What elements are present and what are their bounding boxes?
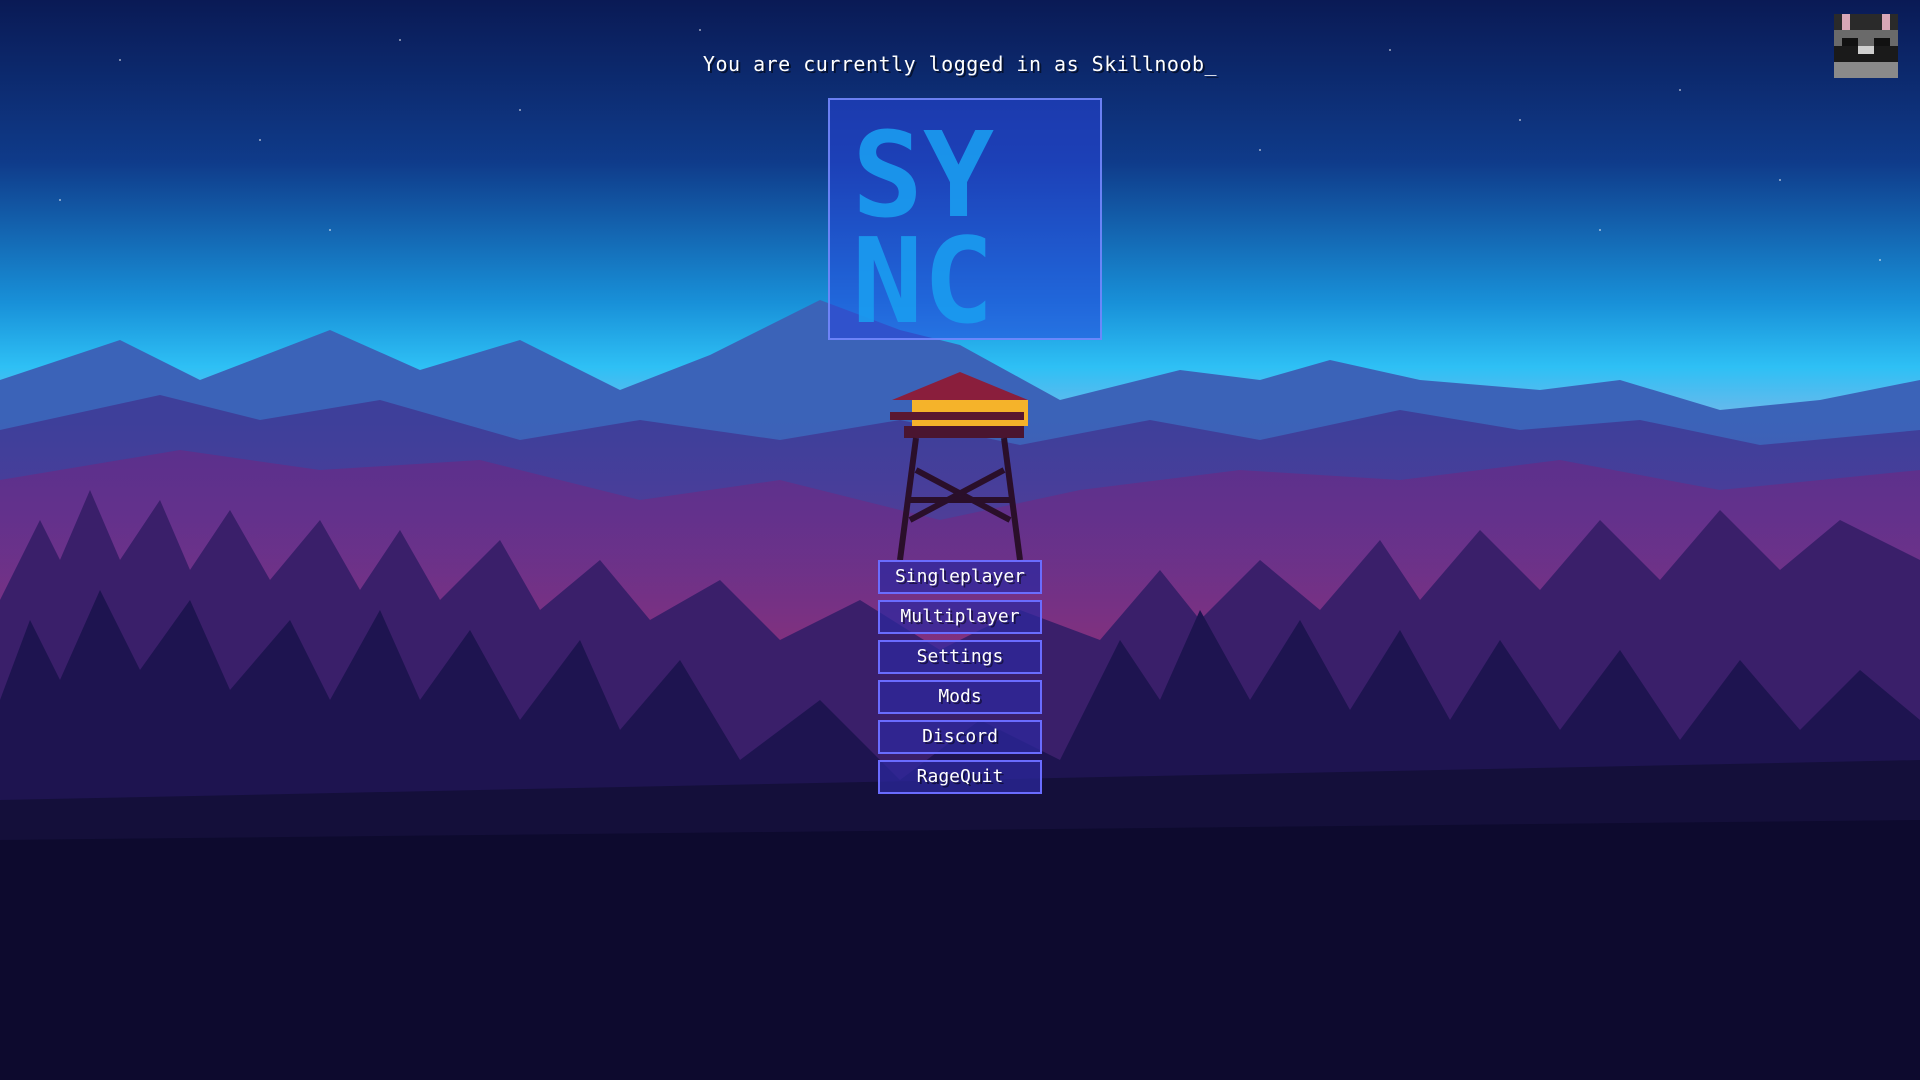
ragequit-button[interactable]: RageQuit [878, 760, 1042, 794]
singleplayer-button[interactable]: Singleplayer [878, 560, 1042, 594]
mods-button[interactable]: Mods [878, 680, 1042, 714]
player-head-icon[interactable] [1834, 14, 1898, 78]
logo-text-line2: NC [852, 212, 994, 338]
main-menu: Singleplayer Multiplayer Settings Mods D… [878, 560, 1042, 800]
settings-button[interactable]: Settings [878, 640, 1042, 674]
sync-logo-mark: SY NC [852, 106, 994, 338]
main-menu-screen: You are currently logged in as Skillnoob… [0, 0, 1920, 1080]
login-status-text: You are currently logged in as Skillnoob… [702, 52, 1218, 76]
sync-logo: SY NC [828, 98, 1102, 340]
multiplayer-button[interactable]: Multiplayer [878, 600, 1042, 634]
discord-button[interactable]: Discord [878, 720, 1042, 754]
